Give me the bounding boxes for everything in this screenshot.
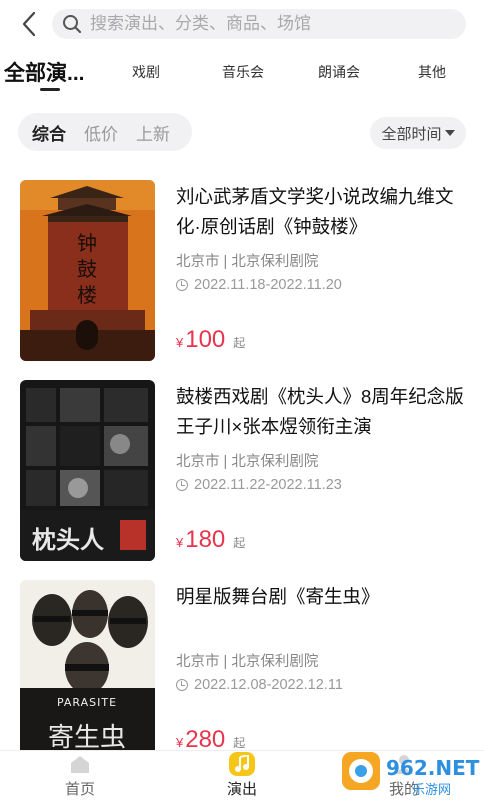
tab-other[interactable]: 其他 (404, 50, 460, 94)
show-dates: 2022.11.22-2022.11.23 (176, 477, 466, 493)
price-suffix: 起 (233, 536, 246, 550)
show-date-range: 2022.11.18-2022.11.20 (194, 277, 342, 293)
show-dates: 2022.11.18-2022.11.20 (176, 277, 466, 293)
watermark-logo: 962.NET 乐游网 (340, 748, 480, 800)
poster-title-text: 钟 (77, 231, 97, 255)
chevron-left-icon (22, 11, 36, 37)
show-price: ¥ 180 起 (176, 526, 245, 554)
poster-image: PARASITE 寄生虫 (20, 580, 155, 761)
price-amount: 180 (185, 526, 226, 553)
search-icon (63, 15, 82, 34)
show-info: 明星版舞台剧《寄生虫》 北京市 | 北京保利剧院 2022.12.08-2022… (176, 582, 466, 693)
currency-symbol: ¥ (176, 335, 184, 350)
currency-symbol: ¥ (176, 535, 184, 550)
show-dates: 2022.12.08-2022.12.11 (176, 677, 466, 693)
caret-down-icon (444, 130, 455, 136)
show-date-range: 2022.11.22-2022.11.23 (194, 477, 342, 493)
tab-recitation[interactable]: 朗诵会 (306, 50, 372, 94)
poster-subtitle-text: 寄生虫 (48, 723, 126, 753)
svg-text:鼓: 鼓 (77, 257, 97, 281)
show-card[interactable]: PARASITE 寄生虫 明星版舞台剧《寄生虫》 北京市 | 北京保利剧院 20… (0, 570, 484, 770)
sort-newest[interactable]: 上新 (136, 120, 170, 145)
show-title[interactable]: 明星版舞台剧《寄生虫》 (176, 582, 466, 644)
active-tab-indicator (40, 88, 60, 91)
show-venue: 北京市 | 北京保利剧院 (176, 454, 319, 470)
time-filter-dropdown[interactable]: 全部时间 (370, 117, 466, 149)
poster-title-text: 枕头人 (32, 526, 104, 554)
category-tabs: 全部演... 戏剧 音乐会 朗诵会 其他 (0, 50, 484, 94)
time-filter-label: 全部时间 (381, 125, 442, 143)
show-card[interactable]: 枕头人 鼓楼西戏剧《枕头人》8周年纪念版王子川×张本煜领衔主演 北京市 | 北京… (0, 370, 484, 570)
show-price: ¥ 100 起 (176, 326, 245, 354)
show-title[interactable]: 刘心武茅盾文学奖小说改编九维文化·原创话剧《钟鼓楼》 (176, 182, 466, 244)
tab-concert[interactable]: 音乐会 (210, 50, 276, 94)
show-venue: 北京市 | 北京保利剧院 (176, 254, 319, 270)
nav-home[interactable]: 首页 (20, 751, 140, 800)
back-button[interactable] (14, 8, 44, 40)
sort-comprehensive[interactable]: 综合 (32, 120, 66, 145)
top-bar (0, 0, 484, 48)
show-poster[interactable]: 钟 鼓 楼 (20, 180, 155, 361)
home-icon (67, 752, 93, 776)
clock-icon (176, 479, 188, 491)
show-poster[interactable]: PARASITE 寄生虫 (20, 580, 155, 761)
search-bar[interactable] (52, 9, 466, 39)
svg-text:楼: 楼 (77, 283, 97, 307)
nav-shows-label: 演出 (226, 781, 257, 798)
poster-image: 钟 鼓 楼 (20, 180, 155, 361)
price-suffix: 起 (233, 736, 246, 750)
show-card[interactable]: 钟 鼓 楼 刘心武茅盾文学奖小说改编九维文化·原创话剧《钟鼓楼》 北京市 | 北… (0, 170, 484, 370)
show-title[interactable]: 鼓楼西戏剧《枕头人》8周年纪念版王子川×张本煜领衔主演 (176, 382, 466, 444)
tab-drama[interactable]: 戏剧 (118, 50, 174, 94)
poster-title-text: PARASITE (57, 696, 117, 709)
show-venue: 北京市 | 北京保利剧院 (176, 654, 319, 670)
show-info: 刘心武茅盾文学奖小说改编九维文化·原创话剧《钟鼓楼》 北京市 | 北京保利剧院 … (176, 182, 466, 293)
watermark-subtext: 乐游网 (412, 783, 451, 798)
watermark-text: 962.NET (386, 756, 480, 780)
show-date-range: 2022.12.08-2022.12.11 (194, 677, 343, 693)
poster-image: 枕头人 (20, 380, 155, 561)
music-note-icon (229, 752, 255, 776)
sort-low-price[interactable]: 低价 (84, 120, 118, 145)
nav-home-label: 首页 (64, 781, 95, 798)
search-input[interactable] (90, 14, 450, 34)
nav-shows[interactable]: 演出 (182, 751, 302, 800)
show-info: 鼓楼西戏剧《枕头人》8周年纪念版王子川×张本煜领衔主演 北京市 | 北京保利剧院… (176, 382, 466, 493)
show-poster[interactable]: 枕头人 (20, 380, 155, 561)
clock-icon (176, 279, 188, 291)
price-suffix: 起 (233, 336, 246, 350)
price-amount: 100 (185, 326, 226, 353)
currency-symbol: ¥ (176, 735, 184, 750)
sort-options: 综合 低价 上新 (18, 113, 192, 151)
clock-icon (176, 679, 188, 691)
